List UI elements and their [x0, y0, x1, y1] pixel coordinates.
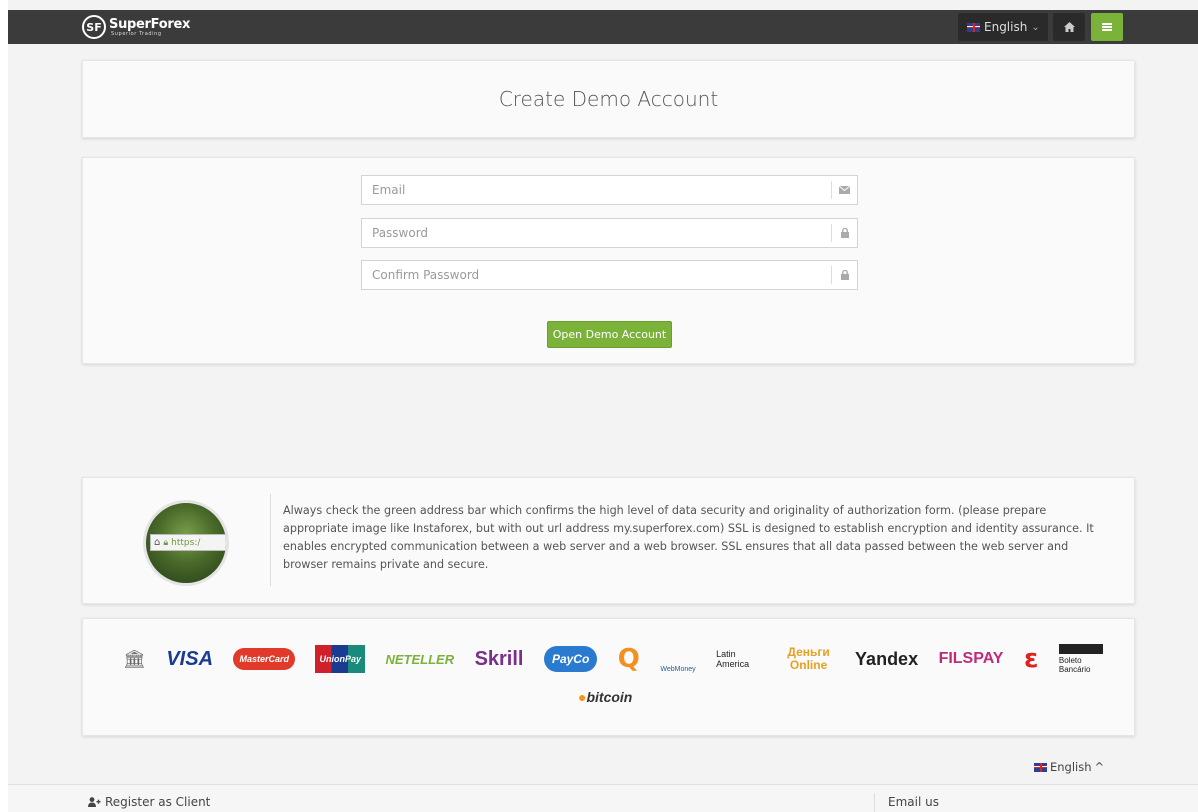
boleto-logo: Boleto Bancário: [1058, 644, 1103, 674]
bitcoin-logo: ●bitcoin: [578, 689, 633, 705]
visa-logo: VISA: [166, 647, 214, 670]
unionpay-logo: UnionPay: [315, 645, 365, 673]
confirm-password-field-wrapper: [361, 260, 858, 290]
filspay-logo: FILSPAY: [938, 650, 1004, 667]
qiwi-logo-icon: Q: [617, 644, 640, 674]
lock-icon: [831, 266, 857, 284]
home-icon: ⌂: [154, 537, 161, 548]
superforex-logo[interactable]: SF SuperForex Superior Trading: [82, 13, 190, 41]
register-label: Register as Client: [105, 795, 211, 809]
padlock-icon: 🔒︎: [163, 537, 169, 548]
ssl-url-text: https:/: [171, 537, 201, 548]
divider: [270, 494, 271, 586]
password-input[interactable]: [362, 219, 831, 247]
email-field-wrapper: [361, 175, 858, 205]
webmoney-logo: WebMoney: [660, 665, 696, 673]
chevron-up-icon: ^: [1094, 760, 1105, 774]
logo-tagline: Superior Trading: [111, 30, 162, 37]
payment-logos-row: 🏛︎ VISA MasterCard UnionPay NETELLER Skr…: [123, 637, 1103, 681]
home-button[interactable]: [1053, 13, 1085, 41]
neteller-logo: NETELLER: [385, 651, 455, 667]
ssl-description: Always check the green address bar which…: [283, 504, 1094, 571]
bank-transfer-icon: 🏛︎: [123, 648, 146, 670]
email-us-link[interactable]: Email us: [888, 795, 939, 809]
ssl-address-bar: ⌂ 🔒︎ https:/: [150, 534, 226, 551]
logo-name: SuperForex: [109, 16, 191, 32]
uk-flag-icon: [1034, 762, 1047, 772]
footer-language-selector[interactable]: English ^: [1034, 760, 1104, 774]
email-input[interactable]: [362, 176, 831, 204]
top-navbar: SF SuperForex Superior Trading English ⌄: [8, 10, 1198, 44]
page-title: Create Demo Account: [498, 87, 719, 111]
open-demo-account-button[interactable]: Open Demo Account: [547, 321, 672, 348]
language-label: English: [984, 20, 1028, 34]
add-user-icon: [88, 797, 101, 807]
title-card: Create Demo Account: [82, 60, 1135, 138]
confirm-password-input[interactable]: [362, 261, 831, 289]
yandex-logo: Yandex: [855, 648, 919, 669]
language-dropdown-button[interactable]: English ⌄: [958, 13, 1048, 41]
menu-button[interactable]: [1091, 13, 1123, 41]
register-as-client-link[interactable]: Register as Client: [88, 795, 210, 809]
payco-logo: PayCo: [543, 646, 598, 672]
ssl-badge-image: ⌂ 🔒︎ https:/: [143, 500, 229, 586]
divider: [874, 793, 875, 812]
password-field-wrapper: [361, 218, 858, 248]
dengi-online-logo: Деньги Online: [787, 645, 830, 672]
demo-account-form: Open Demo Account: [82, 157, 1135, 364]
mastercard-logo: MasterCard: [233, 648, 296, 670]
latin-america-logo: Latin America: [716, 649, 750, 669]
chevron-down-icon: ⌄: [1031, 21, 1040, 33]
footer: Register as Client Email us: [8, 784, 1198, 812]
e-payment-logo-icon: ε: [1023, 644, 1039, 674]
footer-language-label: English: [1050, 760, 1092, 774]
home-icon: [1063, 22, 1075, 32]
logo-mark-icon: SF: [82, 15, 106, 39]
uk-flag-icon: [967, 22, 980, 32]
payment-methods-card: 🏛︎ VISA MasterCard UnionPay NETELLER Skr…: [82, 618, 1135, 736]
hamburger-icon: [1102, 23, 1112, 31]
skrill-logo: Skrill: [474, 647, 524, 670]
ssl-info-card: ⌂ 🔒︎ https:/ Always check the green addr…: [82, 477, 1135, 604]
lock-icon: [831, 224, 857, 242]
envelope-icon: [831, 181, 857, 199]
